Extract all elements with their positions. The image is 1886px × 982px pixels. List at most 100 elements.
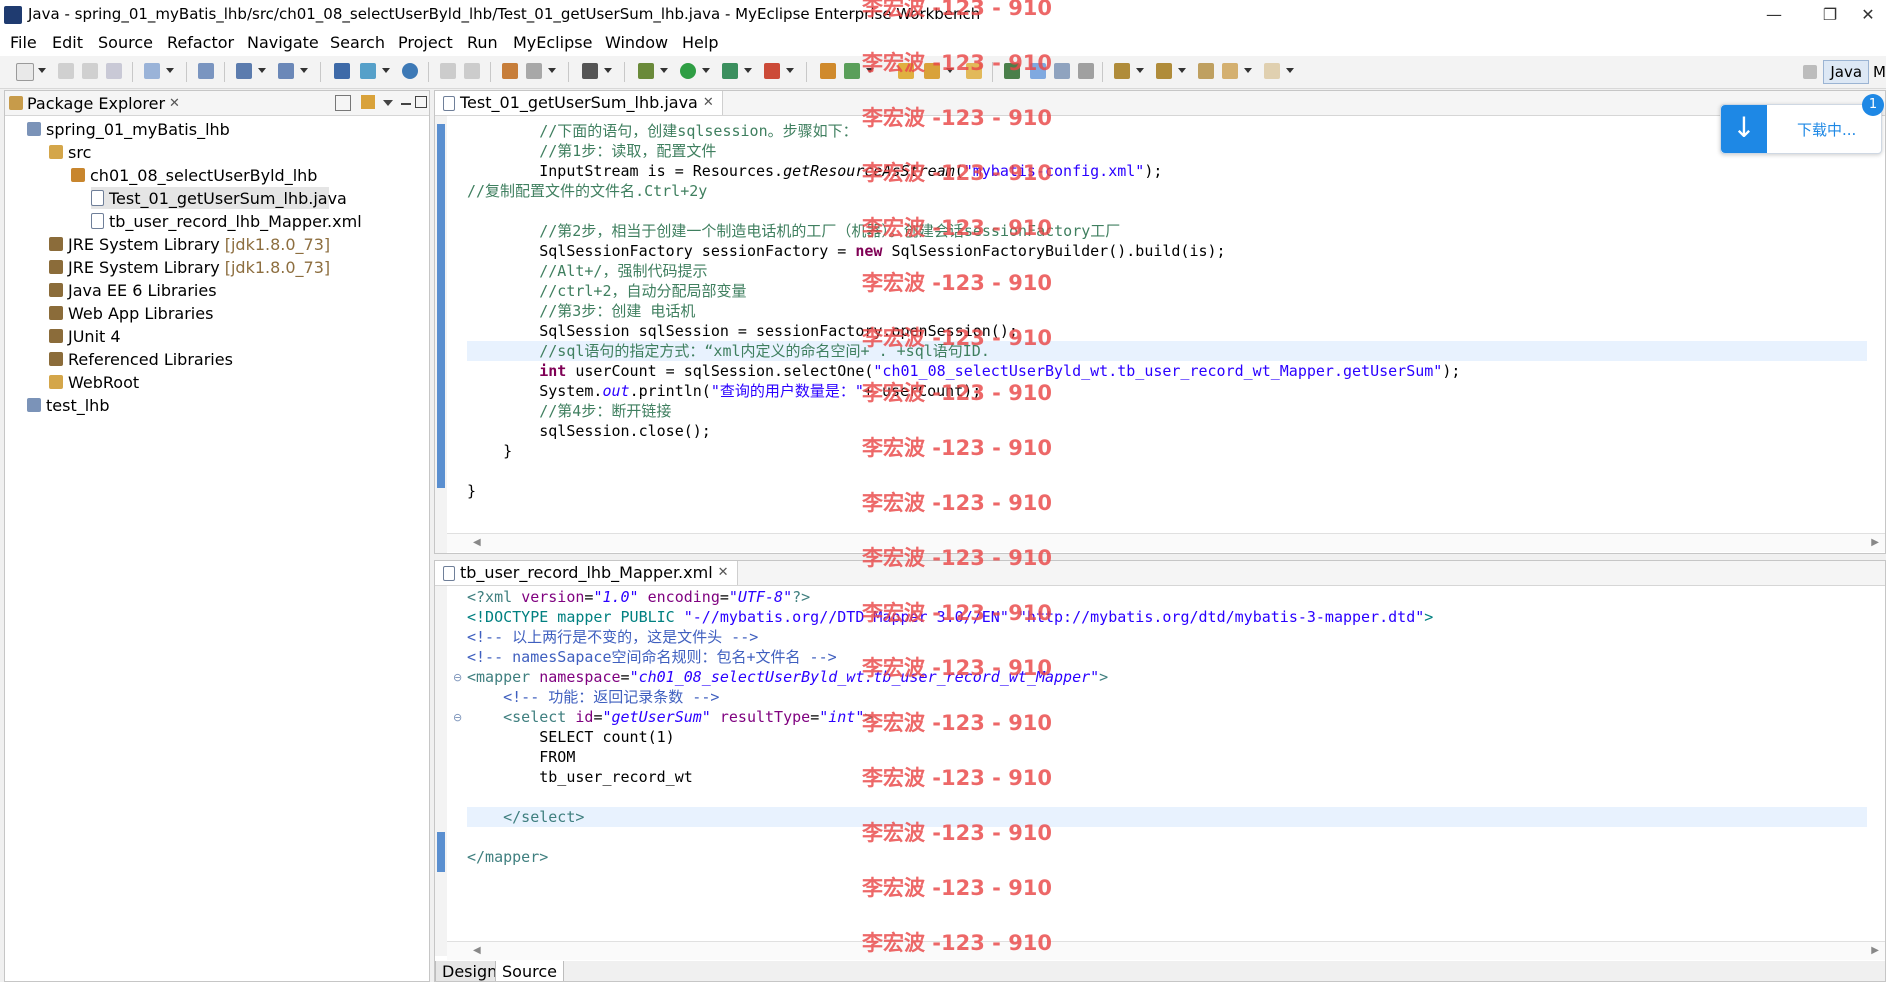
minimize-view-icon[interactable] [401, 103, 411, 105]
save-icon[interactable] [58, 63, 74, 79]
save-all-icon[interactable] [82, 63, 98, 79]
change-ruler [437, 124, 445, 488]
tree-item-src[interactable]: src [49, 141, 91, 163]
tree-item-jre-library-2[interactable]: JRE System Library [jdk1.8.0_73] [49, 256, 330, 278]
menu-search[interactable]: Search [330, 33, 385, 52]
terminal-icon[interactable] [582, 63, 598, 79]
bean-icon[interactable] [502, 63, 518, 79]
run-history-icon[interactable] [722, 63, 738, 79]
library-icon [49, 306, 63, 320]
tree-item-java-file[interactable]: Test_01_getUserSum_lhb.java [91, 187, 347, 209]
external-tools-icon[interactable] [764, 63, 780, 79]
settings-icon[interactable] [526, 63, 542, 79]
tree-item-jre-library-1[interactable]: JRE System Library [jdk1.8.0_73] [49, 233, 330, 255]
menu-run[interactable]: Run [467, 33, 498, 52]
library-icon [49, 237, 63, 251]
watermark-text: 李宏波 -123 - 910 [862, 491, 1053, 515]
xml-editor-gutter [435, 586, 447, 956]
tree-item-xml-file[interactable]: tb_user_record_lhb_Mapper.xml [91, 210, 362, 232]
fold-mapper-icon[interactable]: ⊖ [453, 671, 462, 684]
code-line: //Alt+/，强制代码提示 [467, 262, 708, 280]
tree-item-junit[interactable]: JUnit 4 [49, 325, 121, 347]
code-line: </select> [467, 807, 1867, 827]
tree-item-referenced-libraries[interactable]: Referenced Libraries [49, 348, 233, 370]
menu-myeclipse[interactable]: MyEclipse [513, 33, 592, 52]
new-class-icon[interactable] [334, 63, 350, 79]
maximize-view-icon[interactable] [415, 96, 427, 108]
print-icon[interactable] [106, 63, 122, 79]
minimize-button[interactable]: — [1752, 3, 1796, 27]
download-popup[interactable]: ↓ 下载中... [1720, 104, 1882, 154]
server-icon[interactable] [198, 63, 214, 79]
menu-refactor[interactable]: Refactor [167, 33, 234, 52]
new-project-icon[interactable] [144, 63, 160, 79]
watermark-text: 李宏波 -123 - 910 [862, 766, 1053, 790]
menu-source[interactable]: Source [98, 33, 153, 52]
source-tab[interactable]: Source [495, 961, 564, 981]
back-icon[interactable] [1222, 63, 1238, 79]
collapse-all-icon[interactable] [335, 95, 351, 111]
watermark-text: 李宏波 -123 - 910 [862, 0, 1053, 20]
view-menu-icon[interactable] [383, 100, 393, 106]
xml-editor-bottom-tabs: Design Source [435, 961, 1885, 981]
menu-navigate[interactable]: Navigate [247, 33, 319, 52]
tree-item-javaee-libraries[interactable]: Java EE 6 Libraries [49, 279, 217, 301]
tree-item-project-spring[interactable]: spring_01_myBatis_lhb [27, 118, 230, 140]
next-annotation-icon[interactable] [1114, 63, 1130, 79]
new-file-icon[interactable] [16, 63, 34, 81]
debug-step-icon[interactable] [440, 63, 456, 79]
menu-edit[interactable]: Edit [52, 33, 83, 52]
debug-resume-icon[interactable] [464, 63, 480, 79]
web-service-icon[interactable] [278, 63, 294, 79]
block-selection-icon[interactable] [1054, 63, 1070, 79]
tree-item-webapp-libraries[interactable]: Web App Libraries [49, 302, 213, 324]
java-perspective-button[interactable]: Java [1823, 60, 1870, 84]
run-icon[interactable] [680, 63, 696, 79]
last-edit-icon[interactable] [1198, 63, 1214, 79]
myeclipse-perspective-button[interactable]: M [1873, 63, 1886, 81]
tree-item-project-test[interactable]: test_lhb [27, 394, 109, 416]
library-icon [49, 283, 63, 297]
debug-icon[interactable] [638, 63, 654, 79]
open-type-icon[interactable] [360, 63, 376, 79]
code-line: sqlSession.close(); [467, 422, 711, 440]
refresh-icon[interactable] [844, 63, 860, 79]
menu-file[interactable]: File [10, 33, 37, 52]
code-line: //第3步：创建 电话机 [467, 302, 696, 320]
design-tab[interactable]: Design [435, 961, 505, 981]
menu-project[interactable]: Project [398, 33, 453, 52]
perspective-switcher: Java M [1803, 59, 1886, 85]
code-line: </mapper> [467, 848, 549, 866]
open-perspective-icon[interactable] [1803, 65, 1818, 79]
watermark-text: 李宏波 -123 - 910 [862, 381, 1053, 405]
show-whitespace-icon[interactable] [1078, 63, 1094, 79]
xml-editor-tab[interactable]: tb_user_record_lhb_Mapper.xml ✕ [435, 561, 738, 585]
download-arrow-icon[interactable]: ↓ [1721, 105, 1767, 153]
java-horizontal-scrollbar[interactable]: ◀ ▶ [447, 533, 1885, 552]
tree-item-webroot[interactable]: WebRoot [49, 371, 139, 393]
package-icon[interactable] [820, 63, 836, 79]
java-editor-gutter [435, 116, 447, 553]
close-button[interactable]: ✕ [1846, 3, 1886, 27]
java-editor-tab[interactable]: Test_01_getUserSum_lhb.java ✕ [435, 91, 723, 115]
deploy-icon[interactable] [236, 63, 252, 79]
globe-icon[interactable] [402, 63, 418, 79]
menu-help[interactable]: Help [682, 33, 718, 52]
prev-annotation-icon[interactable] [1156, 63, 1172, 79]
new-dropdown-icon[interactable] [38, 68, 46, 73]
close-tab-icon[interactable]: ✕ [169, 96, 180, 111]
forward-icon[interactable] [1264, 63, 1280, 79]
tree-item-package[interactable]: ch01_08_selectUserByld_lhb [71, 164, 317, 186]
menu-window[interactable]: Window [605, 33, 668, 52]
folder-icon [49, 375, 63, 389]
package-explorer-tab[interactable]: Package Explorer ✕ [9, 93, 180, 113]
library-icon [49, 352, 63, 366]
xml-file-icon [91, 213, 104, 229]
xml-horizontal-scrollbar[interactable]: ◀ ▶ [447, 941, 1885, 960]
close-tab-icon[interactable]: ✕ [703, 91, 714, 115]
fold-select-icon[interactable]: ⊖ [453, 711, 462, 724]
close-tab-icon[interactable]: ✕ [718, 561, 729, 585]
source-folder-icon [49, 145, 63, 159]
link-editor-icon[interactable] [361, 95, 375, 109]
java-editor: Test_01_getUserSum_lhb.java ✕ //下面的语句，创建… [434, 90, 1886, 554]
